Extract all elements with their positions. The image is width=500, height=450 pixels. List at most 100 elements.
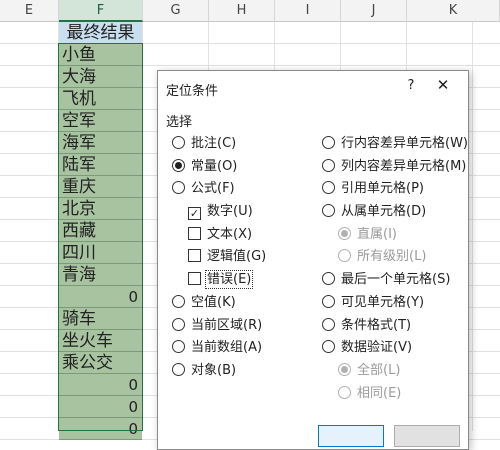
left-option-10[interactable]: 对象(B) (172, 362, 236, 380)
option-label: 列内容差异单元格(M) (341, 159, 467, 174)
radio-icon (322, 295, 335, 308)
option-label: 引用单元格(P) (341, 181, 424, 196)
cell-f4[interactable]: 飞机 (59, 88, 142, 110)
radio-icon (338, 227, 351, 240)
column-header-g[interactable]: G (143, 0, 209, 22)
left-option-7[interactable]: 空值(K) (172, 294, 236, 312)
left-option-5[interactable]: 逻辑值(G) (188, 248, 266, 266)
right-option-4: 直属(I) (338, 226, 397, 244)
column-header-k[interactable]: K (407, 0, 500, 22)
column-header-i[interactable]: I (275, 0, 341, 22)
option-label: 全部(L) (357, 363, 401, 378)
checkbox-icon (188, 272, 201, 285)
option-label: 可见单元格(Y) (341, 295, 425, 310)
right-option-6[interactable]: 最后一个单元格(S) (322, 271, 450, 289)
column-header-j[interactable]: J (341, 0, 407, 22)
section-label: 选择 (166, 115, 193, 130)
radio-icon (338, 386, 351, 399)
cell-f17[interactable]: 0 (59, 374, 142, 396)
radio-icon (322, 181, 335, 194)
help-button[interactable]: ? (402, 78, 420, 93)
checkbox-icon (188, 249, 201, 262)
radio-icon (322, 272, 335, 285)
grid-line (472, 22, 473, 431)
left-option-6[interactable]: 错误(E) (188, 270, 254, 289)
cell-f9[interactable]: 北京 (59, 198, 142, 220)
right-option-8[interactable]: 条件格式(T) (322, 317, 411, 335)
left-option-8[interactable]: 当前区域(R) (172, 317, 262, 335)
radio-icon (322, 204, 335, 217)
cell-f12[interactable]: 青海 (59, 264, 142, 286)
option-label: 文本(X) (207, 227, 253, 242)
cell-f15[interactable]: 坐火车 (59, 330, 142, 352)
option-label: 常量(O) (191, 159, 238, 174)
ok-button[interactable] (318, 425, 384, 447)
option-label: 公式(F) (191, 181, 235, 196)
cell-f10[interactable]: 西藏 (59, 220, 142, 242)
right-option-11: 相同(E) (338, 385, 401, 403)
right-option-0[interactable]: 行内容差异单元格(W) (322, 135, 468, 153)
right-option-1[interactable]: 列内容差异单元格(M) (322, 158, 466, 176)
option-label: 批注(C) (191, 136, 237, 151)
cell-f8[interactable]: 重庆 (59, 176, 142, 198)
cell-f1-header[interactable]: 最终结果 (59, 22, 142, 44)
close-button[interactable]: ✕ (434, 76, 452, 94)
left-option-4[interactable]: 文本(X) (188, 226, 252, 244)
option-label: 相同(E) (357, 386, 402, 401)
cell-f7[interactable]: 陆军 (59, 154, 142, 176)
option-label: 所有级别(L) (357, 249, 427, 264)
radio-icon (322, 340, 335, 353)
right-option-3[interactable]: 从属单元格(D) (322, 203, 426, 221)
radio-icon (172, 159, 185, 172)
cell-f14[interactable]: 骑车 (59, 308, 142, 330)
grid-line (142, 22, 143, 431)
radio-icon (172, 363, 185, 376)
cell-f16[interactable]: 乘公交 (59, 352, 142, 374)
cancel-button[interactable] (394, 425, 460, 447)
option-label: 最后一个单元格(S) (341, 272, 451, 287)
right-option-9[interactable]: 数据验证(V) (322, 339, 412, 357)
left-option-9[interactable]: 当前数组(A) (172, 339, 262, 357)
left-option-2[interactable]: 公式(F) (172, 180, 235, 198)
cell-f5[interactable]: 空军 (59, 110, 142, 132)
radio-icon (172, 295, 185, 308)
option-label: 直属(I) (357, 227, 397, 242)
radio-icon (172, 181, 185, 194)
radio-icon (172, 318, 185, 331)
left-option-0[interactable]: 批注(C) (172, 135, 236, 153)
column-header-h[interactable]: H (209, 0, 275, 22)
dialog-title: 定位条件 (166, 84, 219, 99)
cell-f6[interactable]: 海军 (59, 132, 142, 154)
cell-f2[interactable]: 小鱼 (59, 44, 142, 66)
cell-f11[interactable]: 四川 (59, 242, 142, 264)
left-option-3[interactable]: ✓ 数字(U) (188, 203, 253, 221)
option-label: 数据验证(V) (341, 340, 413, 355)
option-label: 对象(B) (191, 363, 237, 378)
option-label: 错误(E) (204, 270, 254, 289)
radio-icon (338, 249, 351, 262)
goto-special-dialog: 定位条件 ? ✕ 选择 批注(C) 常量(O) 公式(F) ✓ 数字(U) 文本(X) 逻辑… (157, 70, 469, 450)
radio-icon (338, 363, 351, 376)
cell-f3[interactable]: 大海 (59, 66, 142, 88)
cell-f13[interactable]: 0 (59, 286, 142, 308)
column-header-e[interactable]: E (0, 0, 59, 22)
option-label: 数字(U) (207, 204, 253, 219)
cell-f18[interactable]: 0 (59, 396, 142, 418)
radio-icon (322, 318, 335, 331)
radio-icon (172, 340, 185, 353)
right-option-7[interactable]: 可见单元格(Y) (322, 294, 424, 312)
right-option-5: 所有级别(L) (338, 248, 426, 266)
checkbox-icon: ✓ (188, 207, 201, 220)
option-label: 当前区域(R) (191, 318, 263, 333)
option-label: 当前数组(A) (191, 340, 263, 355)
option-label: 条件格式(T) (341, 318, 412, 333)
option-label: 空值(K) (191, 295, 236, 310)
radio-icon (172, 136, 185, 149)
cell-f19[interactable]: 0 (59, 418, 142, 440)
right-option-10: 全部(L) (338, 362, 400, 380)
checkbox-icon (188, 227, 201, 240)
right-option-2[interactable]: 引用单元格(P) (322, 180, 424, 198)
left-option-1[interactable]: 常量(O) (172, 158, 237, 176)
option-label: 逻辑值(G) (207, 249, 267, 264)
column-header-f[interactable]: F (59, 0, 143, 22)
